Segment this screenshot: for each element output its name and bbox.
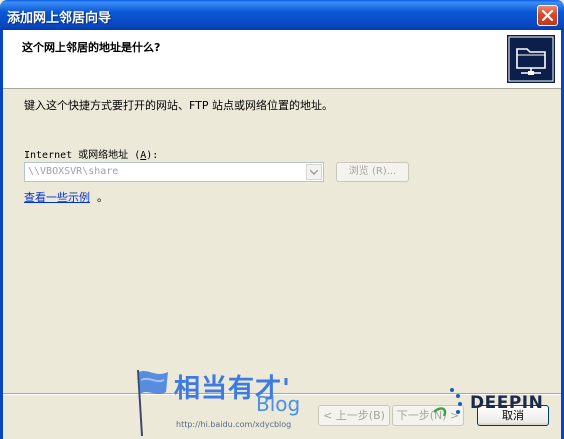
address-combobox[interactable]: \\VBOXSVR\share bbox=[24, 162, 324, 182]
wizard-header: 这个网上邻居的地址是什么? bbox=[3, 30, 561, 89]
address-label-suffix: ): bbox=[146, 150, 159, 161]
watermark-deepin: DEEPIN bbox=[470, 393, 544, 413]
address-label-prefix: Internet 或网络地址 ( bbox=[24, 150, 141, 161]
close-button[interactable] bbox=[537, 5, 558, 26]
address-input-value[interactable]: \\VBOXSVR\share bbox=[28, 166, 118, 177]
title-bar[interactable]: 添加网上邻居向导 bbox=[0, 0, 564, 30]
examples-link[interactable]: 查看一些示例 bbox=[24, 189, 90, 205]
watermark-blog: Blog bbox=[256, 392, 301, 416]
window-title: 添加网上邻居向导 bbox=[7, 11, 112, 26]
chevron-down-icon bbox=[310, 169, 318, 175]
close-icon bbox=[541, 9, 554, 22]
browse-button[interactable]: 浏览 (R)... bbox=[336, 162, 409, 182]
instruction-text: 键入这个快捷方式要打开的网站、FTP 站点或网络位置的地址。 bbox=[24, 99, 333, 112]
network-folder-icon bbox=[507, 35, 555, 83]
address-dropdown-button[interactable] bbox=[306, 164, 322, 180]
deepin-swirl-icon bbox=[433, 388, 462, 417]
back-button[interactable]: < 上一步(B) bbox=[318, 405, 390, 426]
flag-logo-icon bbox=[137, 369, 168, 437]
window-frame-left bbox=[0, 30, 3, 439]
page-title: 这个网上邻居的地址是什么? bbox=[22, 41, 161, 54]
watermark-url: http://hi.baidu.com/xdycblog bbox=[176, 420, 292, 429]
address-label: Internet 或网络地址 (A): bbox=[24, 146, 158, 161]
examples-period: 。 bbox=[97, 191, 108, 204]
